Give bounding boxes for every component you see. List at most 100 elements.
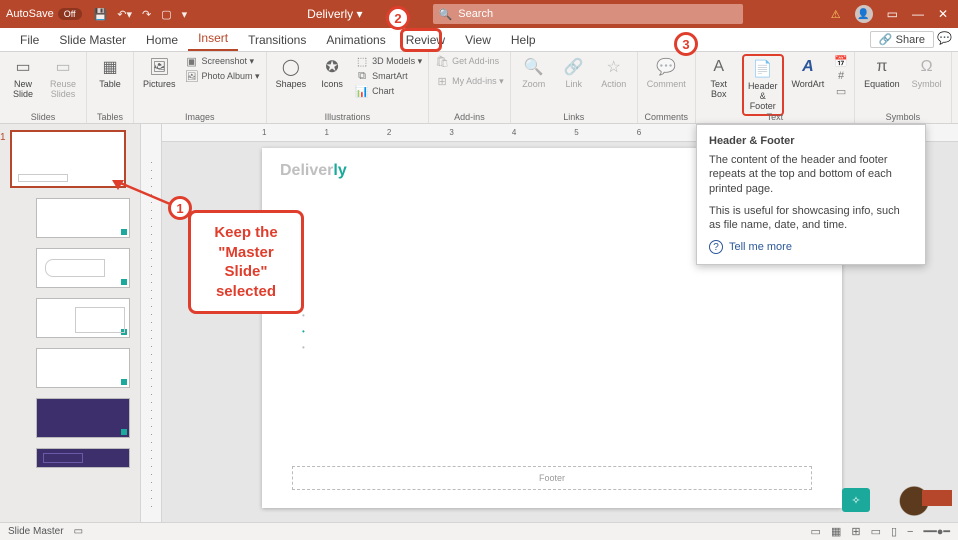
redo-icon[interactable]: ↷ — [142, 8, 151, 21]
text-box-button[interactable]: AText Box — [702, 54, 736, 102]
tab-file[interactable]: File — [10, 29, 49, 51]
table-button[interactable]: ▦Table — [93, 54, 127, 92]
layout-thumb[interactable] — [36, 348, 130, 388]
action-button[interactable]: ☆Action — [597, 54, 631, 92]
account-avatar[interactable]: 👤 — [855, 5, 873, 23]
document-title[interactable]: Deliverly ▾ — [307, 7, 362, 21]
help-icon: ? — [709, 240, 723, 254]
zoom-slider[interactable]: ━━●━ — [923, 525, 950, 538]
annotation-view-highlight — [400, 28, 442, 52]
quick-access-toolbar: 💾 ↶▾ ↷ ▢ ▾ — [94, 8, 188, 21]
footer-placeholder[interactable]: Footer — [292, 466, 812, 490]
wordart-button[interactable]: AWordArt — [790, 54, 826, 92]
save-icon[interactable]: 💾 — [94, 8, 108, 21]
link-button[interactable]: 🔗Link — [557, 54, 591, 92]
annotation-badge-3: 3 — [674, 32, 698, 56]
photo-album-button[interactable]: 🖼Photo Album ▾ — [185, 69, 260, 83]
comment-button[interactable]: 💬Comment — [644, 54, 689, 92]
comments-pane-icon[interactable]: 💬 — [937, 31, 952, 45]
symbol-button[interactable]: ΩSymbol — [909, 54, 945, 92]
tab-insert[interactable]: Insert — [188, 27, 238, 51]
new-slide-button[interactable]: ▭New Slide — [6, 54, 40, 102]
shapes-button[interactable]: ◯Shapes — [273, 54, 310, 92]
cube-icon: ⬚ — [355, 54, 369, 68]
date-time-button[interactable]: 📅 — [834, 54, 848, 68]
action-icon: ☆ — [603, 56, 625, 78]
ribbon-group-comments: 💬Comment Comments — [638, 52, 696, 123]
status-icon: ▭ — [74, 526, 83, 537]
ribbon-group-symbols: πEquation ΩSymbol Symbols — [855, 52, 952, 123]
3d-models-button[interactable]: ⬚3D Models ▾ — [355, 54, 422, 68]
smartart-icon: ⧉ — [355, 69, 369, 83]
annotation-callout-1: Keep the "Master Slide" selected — [188, 210, 304, 314]
minimize-icon[interactable]: — — [912, 7, 924, 21]
search-input[interactable]: 🔍 Search — [433, 4, 743, 24]
ribbon-tabs: File Slide Master Home Insert Transition… — [0, 28, 958, 52]
object-button[interactable]: ▭ — [834, 84, 848, 98]
tab-animations[interactable]: Animations — [316, 29, 395, 51]
ribbon-group-media: 🎬Video 🔊Audio ⏺Scr Reco Media — [952, 52, 958, 123]
symbol-icon: Ω — [916, 56, 938, 78]
reading-view-icon[interactable]: ▭ — [871, 525, 881, 538]
pictures-icon: 🖼 — [148, 56, 170, 78]
layout-thumb[interactable] — [36, 248, 130, 288]
chart-icon: 📊 — [355, 84, 369, 98]
master-slide-thumb[interactable]: 1 — [10, 130, 126, 188]
tab-slide-master[interactable]: Slide Master — [49, 29, 136, 51]
close-icon[interactable]: ✕ — [938, 7, 948, 21]
tab-help[interactable]: Help — [501, 29, 546, 51]
photo-album-icon: 🖼 — [185, 69, 199, 83]
annotation-badge-2: 2 — [386, 6, 410, 30]
ribbon-group-images: 🖼Pictures ▣Screenshot ▾ 🖼Photo Album ▾ I… — [134, 52, 267, 123]
normal-view-icon[interactable]: ▦ — [831, 525, 841, 538]
equation-button[interactable]: πEquation — [861, 54, 903, 92]
slideshow-icon[interactable]: ▢ — [161, 8, 171, 21]
link-icon: 🔗 — [563, 56, 585, 78]
tab-home[interactable]: Home — [136, 29, 188, 51]
slide-number-button[interactable]: # — [834, 69, 848, 83]
zoom-out-icon[interactable]: − — [907, 526, 913, 538]
screenshot-button[interactable]: ▣Screenshot ▾ — [185, 54, 260, 68]
zoom-button[interactable]: 🔍Zoom — [517, 54, 551, 92]
icons-button[interactable]: ✪Icons — [315, 54, 349, 92]
tab-transitions[interactable]: Transitions — [238, 29, 316, 51]
search-icon: 🔍 — [439, 8, 453, 21]
ribbon-group-text: AText Box 📄Header & Footer AWordArt 📅 # … — [696, 52, 855, 123]
zoom-icon: 🔍 — [523, 56, 545, 78]
thumb-number: 1 — [0, 132, 6, 143]
pictures-button[interactable]: 🖼Pictures — [140, 54, 179, 92]
my-addins-button[interactable]: ⊞My Add-ins ▾ — [435, 74, 504, 88]
warning-icon[interactable]: ⚠ — [831, 8, 841, 21]
share-button[interactable]: 🔗 Share — [870, 31, 934, 48]
screenshot-icon: ▣ — [185, 54, 199, 68]
search-placeholder: Search — [458, 8, 493, 20]
comment-icon: 💬 — [655, 56, 677, 78]
design-ideas-icon[interactable]: ✧ — [842, 488, 870, 512]
qat-more-icon[interactable]: ▾ — [182, 8, 188, 21]
reuse-slides-button[interactable]: ▭Reuse Slides — [46, 54, 80, 102]
undo-icon[interactable]: ↶▾ — [117, 8, 132, 21]
tab-view[interactable]: View — [455, 29, 501, 51]
new-slide-icon: ▭ — [12, 56, 34, 78]
ribbon-group-tables: ▦Table Tables — [87, 52, 134, 123]
annotation-badge-1: 1 — [168, 196, 192, 220]
chart-button[interactable]: 📊Chart — [355, 84, 422, 98]
date-icon: 📅 — [834, 54, 848, 68]
layout-thumb[interactable] — [36, 448, 130, 468]
smartart-button[interactable]: ⧉SmartArt — [355, 69, 422, 83]
autosave-label: AutoSave — [6, 8, 54, 20]
watermark-logo — [898, 484, 952, 518]
get-addins-button[interactable]: 🛍Get Add-ins — [435, 54, 504, 68]
slideshow-view-icon[interactable]: ▯ — [891, 525, 897, 538]
sorter-view-icon[interactable]: ⊞ — [851, 525, 860, 538]
layout-thumb[interactable] — [36, 398, 130, 438]
status-bar: Slide Master ▭ ▭ ▦ ⊞ ▭ ▯ − ━━●━ — [0, 522, 958, 540]
ribbon-display-icon[interactable]: ▭ — [887, 7, 898, 21]
header-footer-button[interactable]: 📄Header & Footer — [742, 54, 784, 116]
notes-button[interactable]: ▭ — [811, 525, 821, 538]
addins-icon: ⊞ — [435, 74, 449, 88]
object-icon: ▭ — [834, 84, 848, 98]
layout-thumb[interactable] — [36, 298, 130, 338]
autosave-toggle[interactable]: AutoSave Off — [6, 8, 82, 20]
tell-me-more-link[interactable]: ?Tell me more — [709, 240, 913, 254]
